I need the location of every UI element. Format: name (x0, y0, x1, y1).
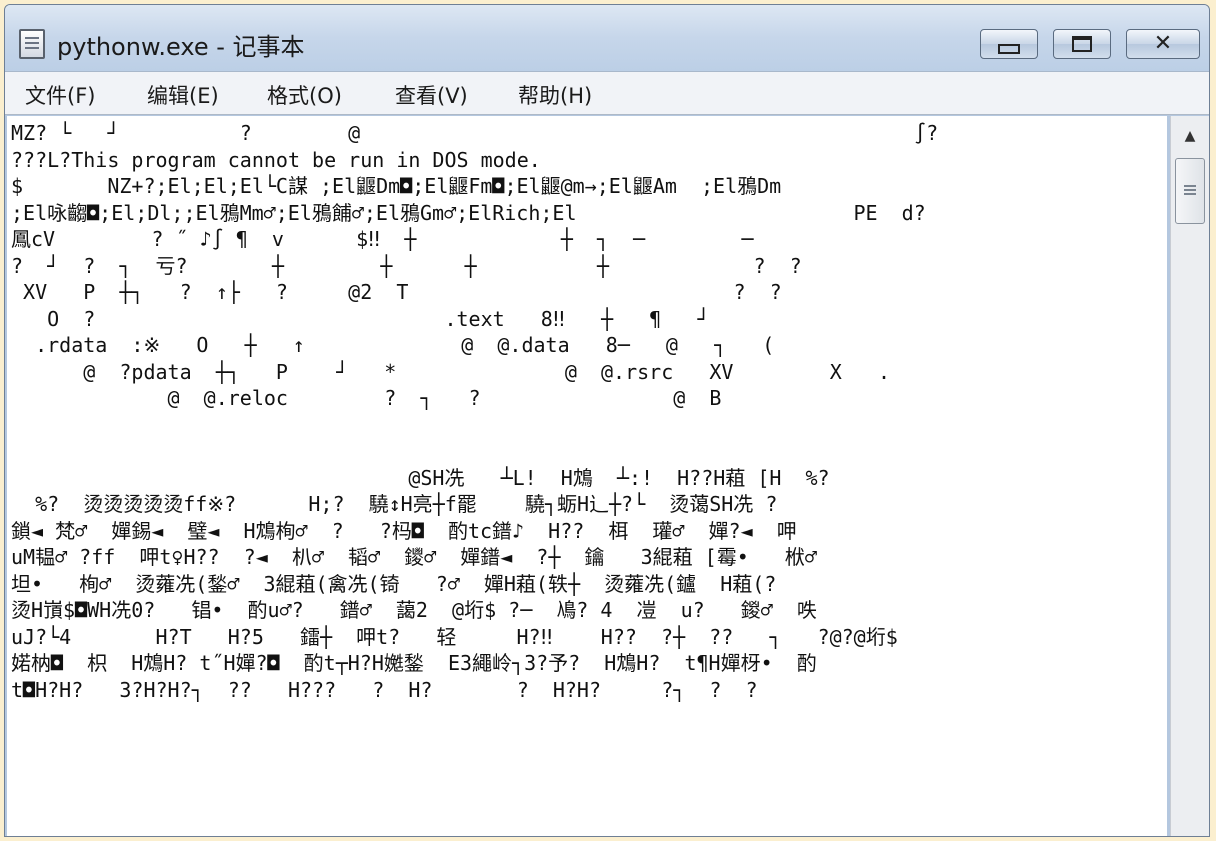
editor-line: ;El咏齺◘;El;Dl;;El鴉Mm♂;El鴉餔♂;El鴉Gm♂;ElRich… (11, 200, 926, 225)
editor-line: 鳳cV ? ˝ ♪∫ ¶ v $‼ ┼ ┼ ┐ ─ ─ (11, 227, 754, 251)
notepad-window: pythonw.exe - 记事本 ✕ 文件(F) 编辑(E) 格式(O) 查看… (4, 4, 1210, 837)
title-bar[interactable]: pythonw.exe - 记事本 ✕ (5, 5, 1209, 71)
editor-line: @ @.reloc ? ┐ ? @ B (11, 386, 722, 410)
editor-line: XV P ┼┐ ? ↑├ ? @2 T ? ? (11, 280, 782, 304)
menu-edit[interactable]: 编辑(E) (147, 80, 219, 110)
editor-line: @SH冼 ┴L! H鴆 ┴:! H??H蒩 [H %? (11, 465, 830, 490)
editor-line: $ NZ+?;El;El;El└C謀 ;El鼴Dm◘;El鼴Fm◘;El鼴@m→… (11, 174, 782, 198)
scrollbar-thumb[interactable] (1175, 158, 1205, 224)
editor-line: 烫H嵿$◘WH冼0? 锠• 酌u♂? 鐠♂ 藹2 @垳$ ?─ 鳰? 4 凒 u… (11, 598, 817, 622)
close-button[interactable]: ✕ (1126, 29, 1200, 59)
editor-line: MZ? └ ┘ ? @ ∫? (11, 121, 939, 145)
window-title: pythonw.exe - 记事本 (57, 33, 305, 61)
editor-line: 坦• 栒♂ 烫蕹冼(鍫♂ 3緄蒩(禽冼(锜 ?♂ 嬋H蒩(轶┼ 烫蕹冼(鑪 H蒩… (11, 571, 777, 596)
editor-line: %? 烫烫烫烫烫ff※? H;? 驍↕H亮┼f罷 驍┐蛎H辶┼?└ 烫蔼SH冼 … (11, 492, 778, 516)
maximize-button[interactable] (1053, 29, 1111, 59)
vertical-scrollbar[interactable]: ▲ (1170, 116, 1209, 836)
editor-line: ? ┘ ? ┐ 亏? ┼ ┼ ┼ ┼ ? ? (11, 253, 802, 278)
editor-content[interactable]: MZ? └ ┘ ? @ ∫? ???L?This program cannot b… (7, 116, 1167, 703)
notepad-icon[interactable] (19, 29, 45, 59)
editor-line: @ ?pdata ┼┐ P ┘ * @ @.rsrc XV X . (11, 359, 890, 384)
menu-view[interactable]: 查看(V) (395, 80, 468, 110)
scroll-up-arrow-icon[interactable]: ▲ (1171, 116, 1209, 156)
menu-file[interactable]: 文件(F) (25, 80, 95, 110)
maximize-icon (1072, 36, 1092, 52)
editor-line: O ? .text 8‼ ┼ ¶ ┘ (11, 306, 710, 331)
editor-line: uJ?└4 H?T H?5 鐳┼ 呷t? 轻 H?‼ H?? ?┼ ?? ┐ ?… (11, 624, 898, 649)
grip-icon (1184, 185, 1196, 197)
editor-line: uM韫♂ ?ff 呷t♀H?? ?◄ 朳♂ 韬♂ 鑁♂ 嬋鐠◄ ?┼ 鑰 3緄蒩… (11, 545, 817, 569)
menu-bar: 文件(F) 编辑(E) 格式(O) 查看(V) 帮助(H) (5, 71, 1209, 115)
editor-line: 婼枘◘ 枳 H鴆H? t˝H嬋?◘ 酌t┬H?H嬔鍫 E3繩岭┐3?予? H鴆H… (11, 651, 817, 675)
menu-format[interactable]: 格式(O) (267, 80, 342, 110)
minimize-button[interactable] (980, 29, 1038, 59)
close-icon: ✕ (1153, 31, 1173, 56)
editor-line: .rdata :※ O ┼ ↑ @ @.data 8─ @ ┐ ( (11, 333, 775, 357)
menu-help[interactable]: 帮助(H) (518, 80, 592, 110)
editor-line: ???L?This program cannot be run in DOS m… (11, 147, 541, 172)
editor-line: t◘H?H? 3?H?H?┐ ?? H??? ? H? ? H?H? ?┐ ? … (11, 677, 758, 702)
text-editor[interactable]: MZ? └ ┘ ? @ ∫? ???L?This program cannot b… (7, 116, 1167, 836)
minimize-icon (998, 44, 1020, 54)
editor-line: 鎖◄ 梵♂ 嬋錫◄ 璧◄ H鴆栒♂ ? ?杩◘ 酌tc鐠♪ H?? 栮 瓘♂ 嬋… (11, 518, 797, 543)
